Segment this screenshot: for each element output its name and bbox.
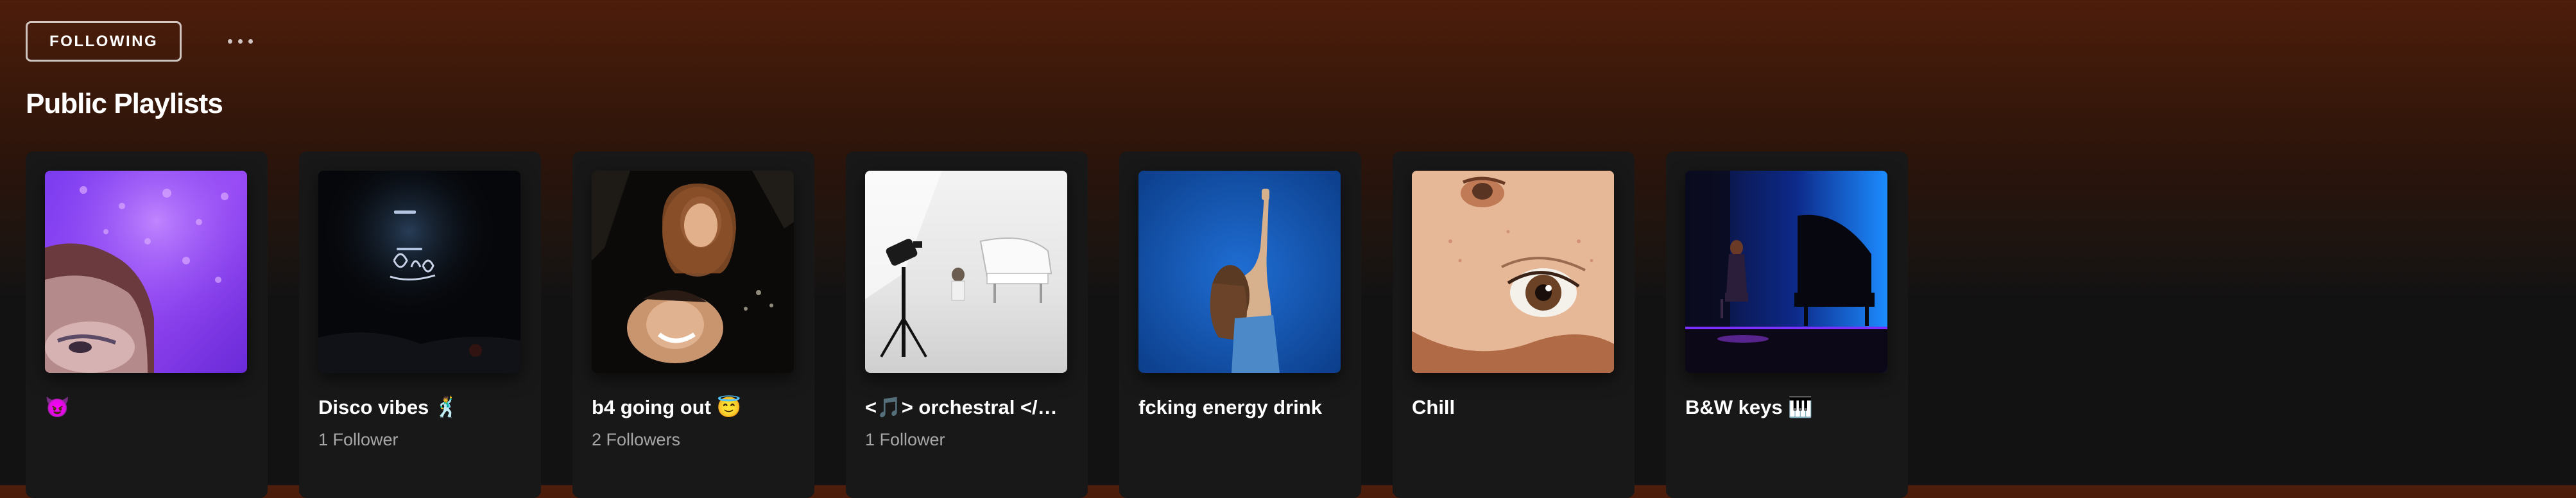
playlist-cover-image [318,171,520,373]
dot [248,39,253,44]
playlist-title[interactable]: <🎵> orchestral </🎵> [865,395,1067,420]
playlist-cover-image [1685,171,1887,373]
dot [238,39,243,44]
dot [228,39,233,44]
playlist-cover-image [865,171,1067,373]
playlist-cover-image [45,171,247,373]
playlist-title[interactable]: b4 going out 😇 [592,395,794,420]
playlist-title[interactable]: B&W keys 🎹 [1685,395,1887,420]
playlist-title[interactable]: 😈 [45,395,247,420]
playlist-card[interactable]: b4 going out 😇 2 Followers [572,151,814,498]
more-options-icon[interactable] [228,21,253,62]
playlist-title[interactable]: fcking energy drink [1138,395,1341,420]
playlist-grid: 😈 Disco vibes 🕺 1 Follower b4 going out … [26,151,1908,498]
playlist-cover-image [1138,171,1341,373]
playlist-title[interactable]: Disco vibes 🕺 [318,395,520,420]
playlist-followers: 1 Follower [318,430,399,449]
playlist-title[interactable]: Chill [1412,395,1614,420]
playlist-card[interactable]: B&W keys 🎹 [1666,151,1908,498]
playlist-card[interactable]: 😈 [26,151,268,498]
playlist-card[interactable]: fcking energy drink [1119,151,1361,498]
action-bar: FOLLOWING [26,21,253,62]
playlist-cover-image [1412,171,1614,373]
playlist-card[interactable]: Disco vibes 🕺 1 Follower [299,151,541,498]
section-title-public-playlists[interactable]: Public Playlists [26,85,223,123]
playlist-card[interactable]: <🎵> orchestral </🎵> 1 Follower [846,151,1088,498]
playlist-cover-image [592,171,794,373]
playlist-followers: 2 Followers [592,430,681,449]
playlist-card[interactable]: Chill [1393,151,1635,498]
playlist-followers: 1 Follower [865,430,945,449]
following-button[interactable]: FOLLOWING [26,21,182,62]
